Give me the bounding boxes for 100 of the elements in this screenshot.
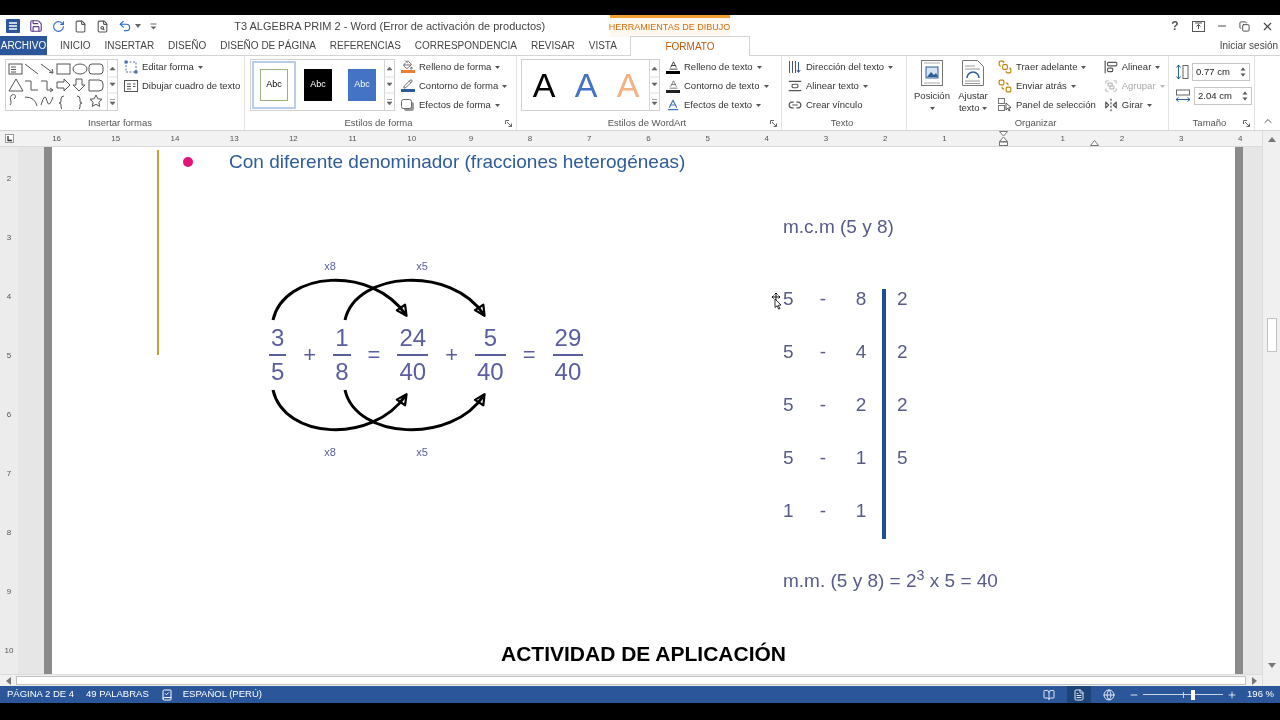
gallery-scroll-icon[interactable] — [649, 60, 659, 110]
ladder-number: 1 — [855, 446, 867, 469]
ribbon-tab[interactable]: FORMATO — [630, 36, 750, 56]
draw-text-box-command[interactable]: Dibujar cuadro de texto — [122, 77, 243, 95]
flip-triangles-icon — [1103, 98, 1118, 112]
zoom-level[interactable]: 196 % — [1247, 687, 1274, 702]
shape-fill-command[interactable]: Relleno de forma — [399, 58, 510, 76]
ladder-number: 5 — [783, 393, 795, 416]
two-squares-icon — [998, 79, 1012, 93]
customize-caret-icon[interactable] — [150, 22, 157, 30]
rotate-command[interactable]: Girar — [1101, 96, 1167, 114]
send-backward-command[interactable]: Enviar atrás — [996, 77, 1098, 95]
app-icon[interactable] — [6, 19, 20, 33]
gallery-scroll-icon[interactable] — [384, 60, 394, 110]
ruler-number: 5 — [705, 134, 710, 143]
wrap-text-command[interactable]: Ajustar texto — [954, 56, 992, 114]
scrollbar-thumb[interactable] — [16, 676, 1246, 685]
spin-arrows-icon[interactable] — [1240, 66, 1246, 78]
text-outline-command[interactable]: Contorno de texto — [664, 77, 771, 95]
blank-page-icon[interactable] — [74, 19, 87, 33]
zoom-slider-thumb[interactable] — [1190, 689, 1195, 700]
language-label[interactable]: ESPAÑOL (PERÚ) — [182, 687, 262, 702]
bracketed-squares-icon — [1103, 79, 1118, 93]
ribbon-tab[interactable]: VISTA — [587, 36, 618, 55]
ribbon-tab[interactable]: REFERENCIAS — [328, 36, 402, 55]
align-command[interactable]: Alinear — [1101, 58, 1167, 76]
caret-icon[interactable] — [135, 24, 141, 28]
ribbon-tab[interactable]: DISEÑO — [167, 36, 208, 55]
book-check-icon[interactable] — [160, 688, 173, 701]
position-command[interactable]: Posición — [911, 56, 953, 114]
dialog-launcher-icon[interactable] — [770, 119, 777, 127]
scroll-up-icon[interactable] — [1267, 136, 1276, 142]
zoom-slider-track[interactable] — [1143, 689, 1224, 700]
ribbon-tab[interactable]: INICIO — [59, 36, 92, 55]
ruler-number: 10 — [4, 646, 14, 655]
bring-forward-command[interactable]: Traer adelante — [996, 58, 1098, 76]
ruler-number: 3 — [1178, 134, 1184, 143]
undo-icon[interactable] — [118, 19, 132, 33]
height-field[interactable]: 0.77 cm — [1192, 63, 1250, 81]
ruler-number: 3 — [6, 233, 12, 242]
scroll-down-icon[interactable] — [1267, 662, 1276, 668]
word-count[interactable]: 49 PALABRAS — [86, 687, 149, 702]
plus-icon[interactable] — [1227, 689, 1238, 700]
scroll-left-icon[interactable] — [5, 676, 11, 685]
help-control[interactable]: ? — [1169, 17, 1181, 35]
selection-pane-command[interactable]: Panel de selección — [996, 96, 1098, 114]
dialog-launcher-icon[interactable] — [505, 119, 512, 127]
ruler-number: 4 — [6, 292, 12, 301]
gallery-scroll-icon[interactable] — [107, 60, 117, 110]
ladder-number: 4 — [855, 340, 867, 363]
page-count[interactable]: PÁGINA 2 DE 4 — [7, 687, 75, 702]
shape-thumbnails[interactable] — [7, 61, 107, 109]
numerator: 24 — [398, 325, 428, 351]
text-fill-command[interactable]: Relleno de texto — [664, 58, 771, 76]
text-box-icon — [124, 80, 138, 92]
denominator: 40 — [398, 359, 428, 385]
text-direction-command[interactable]: Dirección del texto — [786, 58, 906, 76]
create-link-command[interactable]: Crear vínculo — [786, 96, 906, 114]
ribbon-tab[interactable]: REVISAR — [529, 36, 576, 55]
ladder-number: 2 — [855, 393, 867, 416]
circular-arrow-icon[interactable] — [52, 19, 65, 33]
spin-arrows-icon[interactable] — [1242, 90, 1248, 102]
align-text-command[interactable]: Alinear texto — [786, 77, 906, 95]
sign-in-link[interactable]: Iniciar sesión — [1219, 36, 1280, 55]
numerator: 29 — [553, 325, 583, 351]
prime-factor: 2 — [897, 393, 909, 416]
ladder-number: 8 — [855, 287, 867, 310]
dialog-launcher-icon[interactable] — [1243, 119, 1250, 127]
ruler-number: 8 — [527, 134, 533, 143]
letter-underline-icon — [666, 60, 680, 74]
indent-marker-icon[interactable] — [999, 131, 1009, 146]
scroll-right-icon[interactable] — [1251, 676, 1257, 685]
box-arrow-icon[interactable] — [1192, 20, 1205, 32]
ruler-number: 2 — [883, 134, 888, 143]
move-cursor-icon — [770, 292, 782, 312]
wordart-style[interactable]: A — [523, 61, 565, 109]
width-field[interactable]: 2.04 cm — [1194, 87, 1252, 105]
save-icon[interactable] — [29, 19, 43, 33]
ladder-dash: - — [819, 340, 827, 363]
print-layout-toggle[interactable] — [1067, 686, 1092, 703]
ruler-number: 5 — [6, 351, 12, 360]
ribbon-tab[interactable]: DISEÑO DE PÁGINA — [219, 36, 317, 55]
ruler-number: 16 — [52, 134, 62, 143]
wordart-style[interactable]: A — [565, 61, 607, 109]
section-heading: Con diferente denominador (fracciones heterogéneas) — [229, 149, 686, 174]
edit-shape-command[interactable]: Editar forma — [122, 58, 243, 76]
tab-stop-icon[interactable] — [4, 134, 14, 143]
lcm-title: m.c.m (5 y 8) — [783, 216, 894, 237]
multiplier-label: x8 — [323, 444, 337, 460]
text-effects-command[interactable]: Efectos de texto — [664, 96, 771, 114]
ribbon-tab[interactable]: CORRESPONDENCIA — [413, 36, 519, 55]
shape-outline-command[interactable]: Contorno de forma — [399, 77, 510, 95]
restore-icon[interactable] — [1239, 20, 1250, 32]
page-magnifier-icon[interactable] — [96, 19, 109, 33]
denominator: 8 — [334, 359, 350, 385]
shape-effects-command[interactable]: Efectos de forma — [399, 96, 510, 114]
file-tab[interactable]: ARCHIVO — [0, 36, 47, 55]
ribbon-tab[interactable]: INSERTAR — [103, 36, 156, 55]
scrollbar-thumb[interactable] — [1266, 318, 1277, 352]
shape-style-swatch[interactable]: Abc — [252, 61, 296, 109]
